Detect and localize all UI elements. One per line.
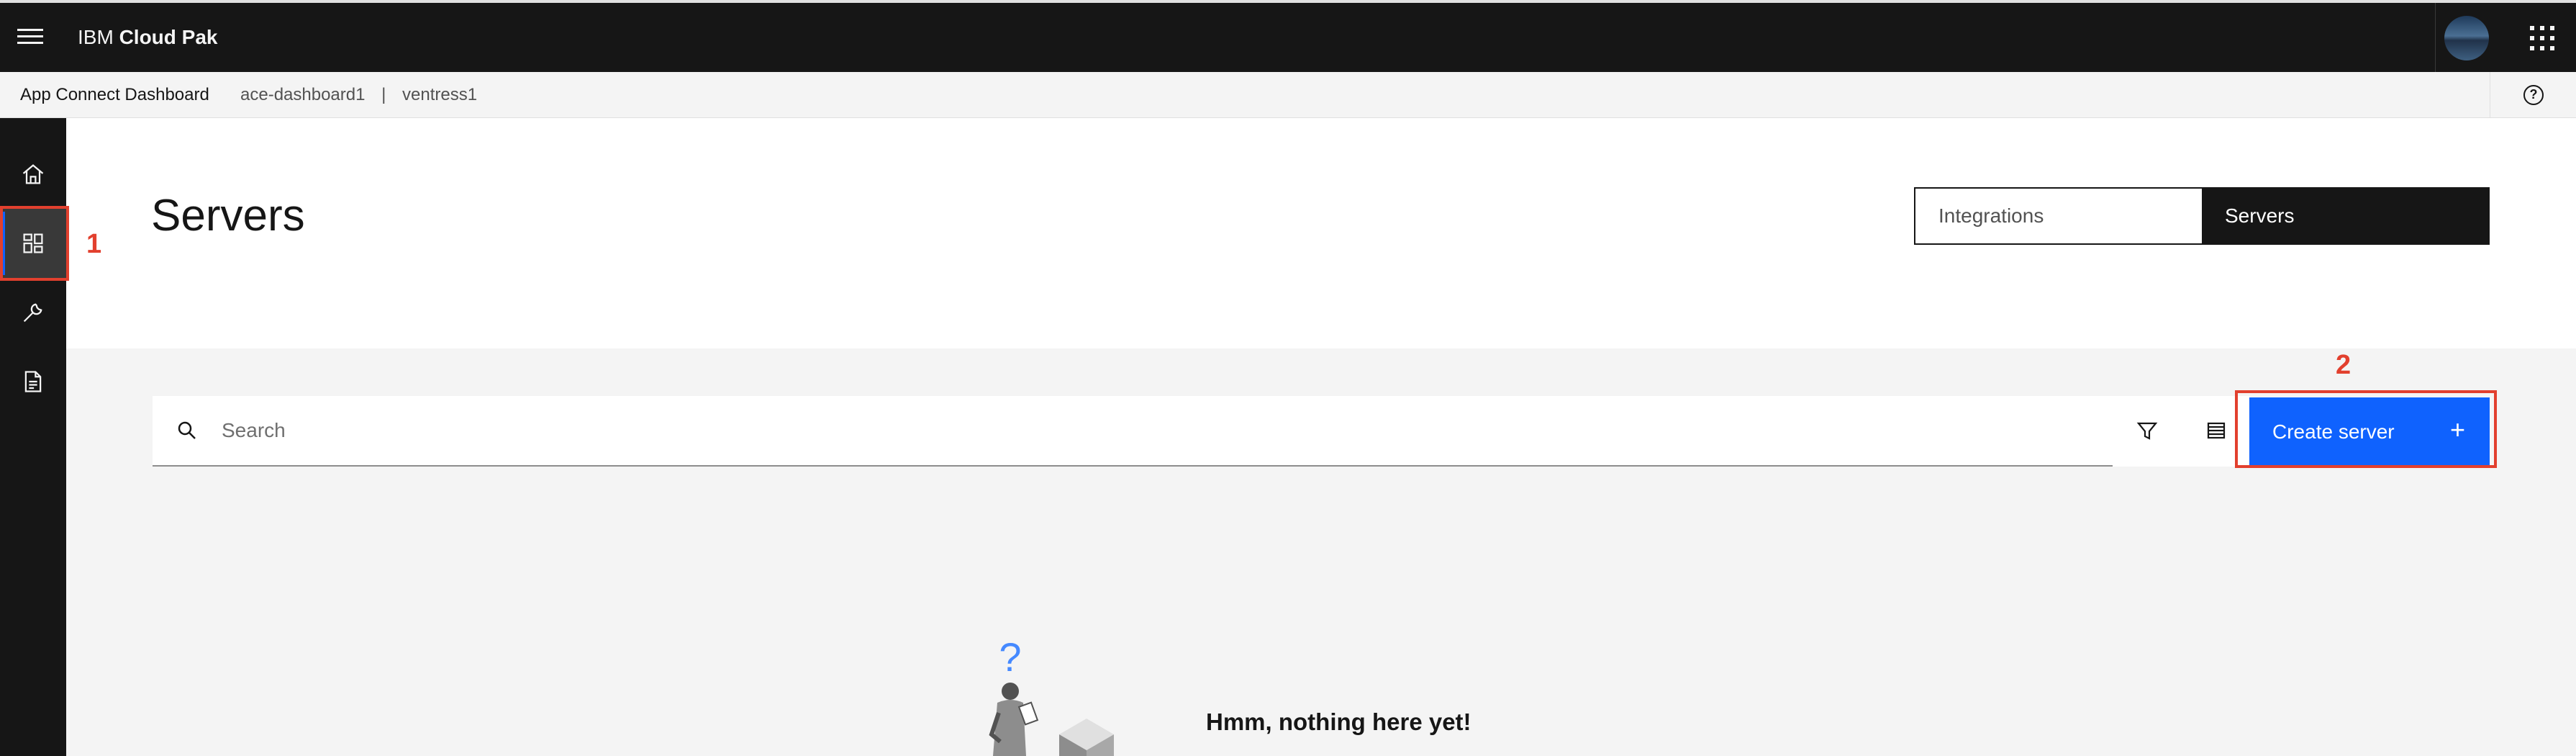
- filter-icon: [2136, 422, 2158, 440]
- home-icon: [22, 164, 44, 184]
- search-input[interactable]: [222, 396, 2021, 465]
- empty-state-title: Hmm, nothing here yet!: [1206, 708, 1471, 735]
- breadcrumb-namespace: ventress1: [402, 85, 478, 104]
- switch-integrations[interactable]: Integrations: [1915, 189, 2202, 243]
- brand-prefix: IBM: [78, 26, 114, 48]
- brand-title[interactable]: IBM Cloud Pak: [78, 26, 217, 49]
- menu-icon[interactable]: [16, 24, 45, 53]
- help-button[interactable]: ?: [2490, 72, 2576, 118]
- sidebar-item-tools[interactable]: [0, 278, 66, 347]
- document-icon: [24, 371, 42, 392]
- table-view-icon: [2207, 422, 2226, 439]
- brand-name: Cloud Pak: [119, 26, 218, 48]
- filter-button[interactable]: [2113, 396, 2182, 467]
- breadcrumb-context: ace-dashboard1 | ventress1: [240, 85, 477, 105]
- sidebar-item-home[interactable]: [0, 140, 66, 209]
- annotation-marker-2: 2: [2336, 350, 2351, 380]
- sidebar-item-documents[interactable]: [0, 347, 66, 416]
- question-mark-glyph: ?: [999, 634, 1021, 680]
- search-bar: [153, 396, 2113, 467]
- page-title: Servers: [151, 191, 305, 240]
- top-header: IBM Cloud Pak: [0, 0, 2576, 72]
- user-avatar[interactable]: [2444, 16, 2489, 60]
- annotation-marker-1: 1: [86, 229, 102, 259]
- annotation-box-2: [2235, 390, 2497, 468]
- annotation-box-1: [0, 206, 69, 281]
- user-menu[interactable]: [2435, 3, 2495, 72]
- breadcrumb: App Connect Dashboard ace-dashboard1 | v…: [0, 72, 2576, 118]
- wrench-icon: [23, 303, 42, 323]
- help-icon: ?: [2523, 85, 2544, 105]
- switch-servers[interactable]: Servers: [2202, 189, 2488, 243]
- empty-state-illustration: ?: [989, 634, 1114, 756]
- breadcrumb-app[interactable]: App Connect Dashboard: [20, 85, 209, 105]
- search-icon: [178, 421, 196, 439]
- view-switcher: Integrations Servers: [1914, 187, 2490, 245]
- breadcrumb-instance: ace-dashboard1: [240, 85, 366, 104]
- app-switcher-icon[interactable]: [2530, 26, 2554, 50]
- breadcrumb-separator: |: [381, 85, 386, 104]
